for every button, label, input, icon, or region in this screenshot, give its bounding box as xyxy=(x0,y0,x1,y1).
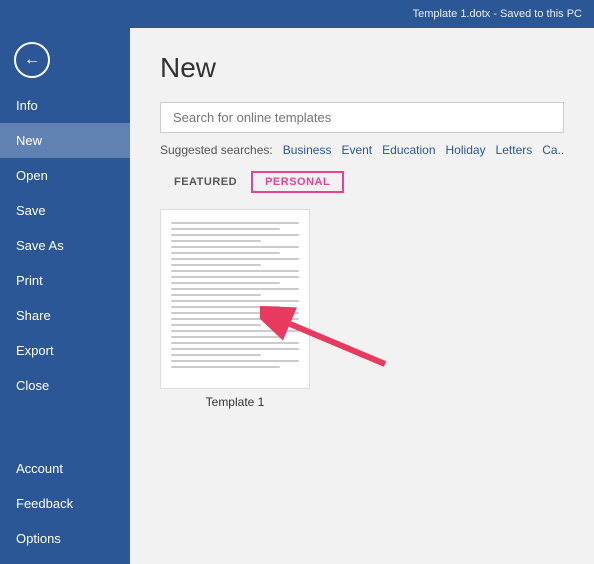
suggested-event[interactable]: Event xyxy=(341,143,372,157)
search-input[interactable] xyxy=(160,102,564,133)
back-button[interactable]: ← xyxy=(14,42,50,78)
sidebar-item-label: Feedback xyxy=(16,496,73,511)
template-card[interactable]: Template 1 xyxy=(160,209,310,409)
thumb-line xyxy=(171,264,261,266)
sidebar-item-feedback[interactable]: Feedback xyxy=(0,486,130,521)
thumb-line xyxy=(171,258,299,260)
sidebar-item-options[interactable]: Options xyxy=(0,521,130,556)
suggested-holiday[interactable]: Holiday xyxy=(446,143,486,157)
sidebar-item-print[interactable]: Print xyxy=(0,263,130,298)
tab-featured[interactable]: FEATURED xyxy=(160,171,251,193)
main-content: New Suggested searches: Business Event E… xyxy=(130,0,594,564)
tab-personal[interactable]: PERSONAL xyxy=(251,171,344,193)
template-card-wrapper: Template 1 xyxy=(160,209,310,409)
thumb-line xyxy=(171,330,299,332)
sidebar-item-label: Print xyxy=(16,273,43,288)
thumb-line xyxy=(171,288,299,290)
thumb-line xyxy=(171,348,299,350)
thumb-line xyxy=(171,240,261,242)
thumb-line xyxy=(171,306,280,308)
sidebar-item-close[interactable]: Close xyxy=(0,368,130,403)
sidebar-item-export[interactable]: Export xyxy=(0,333,130,368)
sidebar-item-label: Export xyxy=(16,343,54,358)
sidebar-item-label: Share xyxy=(16,308,51,323)
sidebar-item-label: Info xyxy=(16,98,38,113)
templates-grid: Template 1 xyxy=(160,209,564,409)
template-label: Template 1 xyxy=(206,395,265,409)
sidebar-item-label: Save As xyxy=(16,238,64,253)
thumb-line xyxy=(171,366,280,368)
suggested-label: Suggested searches: xyxy=(160,143,273,157)
suggested-business[interactable]: Business xyxy=(283,143,332,157)
sidebar-item-new[interactable]: New xyxy=(0,123,130,158)
thumb-line xyxy=(171,246,299,248)
sidebar-item-save[interactable]: Save xyxy=(0,193,130,228)
thumb-line xyxy=(171,342,299,344)
sidebar-item-label: Close xyxy=(16,378,49,393)
sidebar-bottom: Account Feedback Options xyxy=(0,451,130,556)
thumb-line xyxy=(171,300,299,302)
suggested-education[interactable]: Education xyxy=(382,143,435,157)
sidebar-item-open[interactable]: Open xyxy=(0,158,130,193)
sidebar-item-account[interactable]: Account xyxy=(0,451,130,486)
title-bar-text: Template 1.dotx - Saved to this PC xyxy=(413,8,582,20)
sidebar: ← Info New Open Save Save As Print Share… xyxy=(0,0,130,564)
sidebar-item-share[interactable]: Share xyxy=(0,298,130,333)
thumb-line xyxy=(171,360,299,362)
tabs-row: FEATURED PERSONAL xyxy=(160,171,564,193)
back-icon: ← xyxy=(24,51,40,69)
sidebar-item-label: Save xyxy=(16,203,46,218)
suggested-more[interactable]: Ca... xyxy=(542,143,564,157)
sidebar-item-label: Account xyxy=(16,461,63,476)
thumb-line xyxy=(171,228,280,230)
thumb-line xyxy=(171,324,261,326)
thumb-line xyxy=(171,336,280,338)
thumb-line xyxy=(171,252,280,254)
template-thumbnail xyxy=(160,209,310,389)
page-title: New xyxy=(160,52,564,84)
thumb-line xyxy=(171,270,299,272)
sidebar-item-label: New xyxy=(16,133,42,148)
main-inner: New Suggested searches: Business Event E… xyxy=(130,28,594,564)
thumb-line xyxy=(171,312,299,314)
suggested-searches: Suggested searches: Business Event Educa… xyxy=(160,143,564,157)
thumb-line xyxy=(171,234,299,236)
suggested-letters[interactable]: Letters xyxy=(496,143,533,157)
sidebar-item-info[interactable]: Info xyxy=(0,88,130,123)
thumb-line xyxy=(171,282,280,284)
thumb-line xyxy=(171,222,299,224)
thumb-line xyxy=(171,294,261,296)
thumb-line xyxy=(171,276,299,278)
thumb-line xyxy=(171,354,261,356)
thumb-line xyxy=(171,318,299,320)
sidebar-item-label: Open xyxy=(16,168,48,183)
sidebar-item-label: Options xyxy=(16,531,61,546)
sidebar-item-save-as[interactable]: Save As xyxy=(0,228,130,263)
